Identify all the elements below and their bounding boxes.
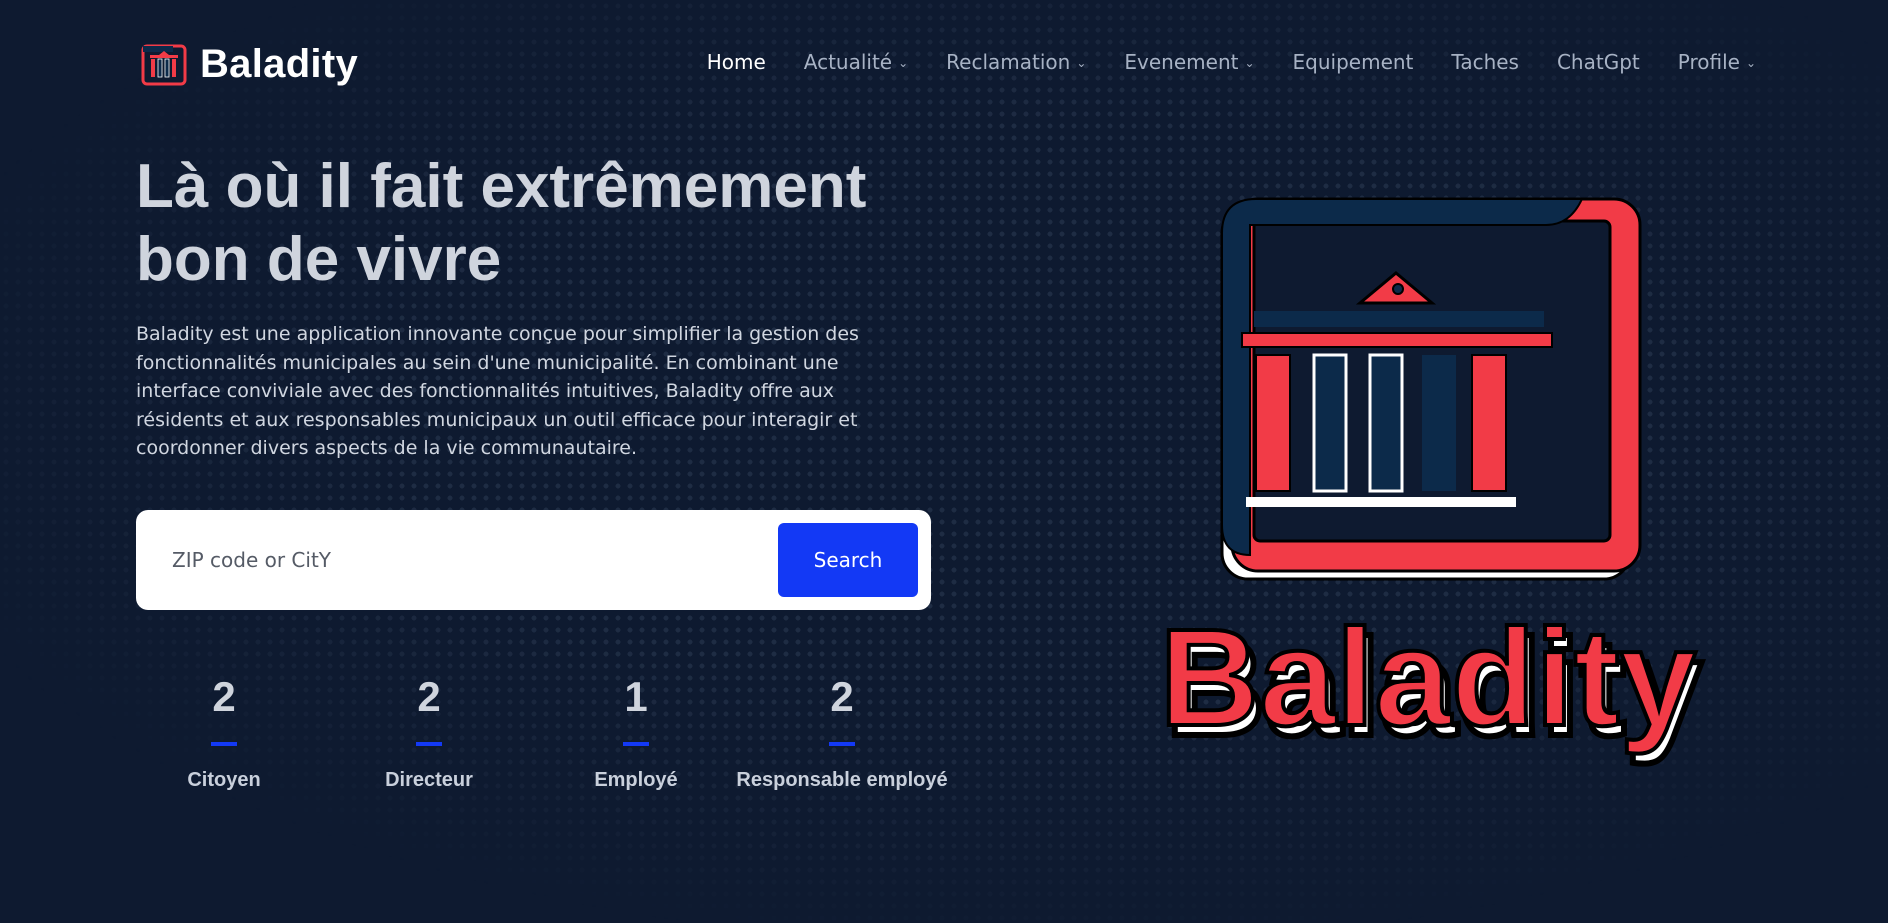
- stat-value: 2: [212, 673, 236, 720]
- brand-logo[interactable]: Baladity: [140, 42, 358, 87]
- nav-item-label: Evenement: [1124, 50, 1239, 74]
- stat-directeur: 2 Directeur: [329, 676, 529, 794]
- nav-item-label: Home: [706, 50, 766, 74]
- chevron-down-icon: ⌄: [1076, 56, 1087, 70]
- chevron-down-icon: ⌄: [1745, 56, 1756, 70]
- stat-responsable-employe: 2 Responsable employé: [734, 676, 950, 794]
- hero-description: Baladity est une application innovante c…: [136, 323, 859, 459]
- city-hall-icon: [141, 44, 187, 85]
- stat-employe: 1 Employé: [536, 676, 736, 794]
- stat-citoyen: 2 Citoyen: [124, 676, 324, 794]
- stat-divider: [829, 742, 855, 746]
- logo-wordmark: Baladity: [1160, 601, 1697, 755]
- nav-item-label: Reclamation: [946, 50, 1071, 74]
- search-button[interactable]: Search: [778, 523, 918, 597]
- stat-divider: [211, 742, 237, 746]
- chevron-down-icon: ⌄: [898, 56, 909, 70]
- nav-item-label: ChatGpt: [1556, 50, 1640, 74]
- stat-value: 2: [830, 673, 854, 720]
- nav-item-label: Taches: [1451, 50, 1519, 74]
- nav-item-equipement[interactable]: Equipement: [1293, 50, 1414, 74]
- stat-value: 2: [417, 673, 441, 720]
- baladity-logo-illustration: Baladity Baladity: [1158, 197, 1706, 768]
- search-input[interactable]: [136, 510, 766, 610]
- nav-item-actualite[interactable]: Actualité ⌄: [804, 50, 908, 74]
- hero-title: Là où il fait extrêmement bon de vivre: [136, 150, 956, 296]
- stat-label: Employé: [594, 769, 678, 791]
- stat-label: Directeur: [385, 769, 473, 791]
- hero-title-line-1: Là où il fait extrêmement: [136, 152, 867, 221]
- stat-label: Responsable employé: [736, 769, 948, 791]
- stat-value: 1: [624, 673, 648, 720]
- nav-item-chatgpt[interactable]: ChatGpt: [1557, 50, 1640, 74]
- nav-item-label: Actualité: [803, 50, 893, 74]
- stat-divider: [623, 742, 649, 746]
- chevron-down-icon: ⌄: [1244, 56, 1255, 70]
- brand-name: Baladity: [200, 42, 359, 86]
- main-nav: Home Actualité ⌄ Reclamation ⌄ Evenement…: [669, 50, 1756, 74]
- nav-item-reclamation[interactable]: Reclamation ⌄: [946, 50, 1086, 74]
- nav-item-home[interactable]: Home: [707, 50, 766, 74]
- stat-divider: [416, 742, 442, 746]
- hero-title-line-2: bon de vivre: [136, 225, 502, 294]
- stat-label: Citoyen: [187, 769, 261, 791]
- search-form: Search: [136, 510, 931, 610]
- nav-item-profile[interactable]: Profile ⌄: [1678, 50, 1756, 74]
- nav-item-label: Profile: [1677, 50, 1740, 74]
- nav-item-taches[interactable]: Taches: [1451, 50, 1519, 74]
- nav-item-evenement[interactable]: Evenement ⌄: [1124, 50, 1254, 74]
- nav-item-label: Equipement: [1292, 50, 1414, 74]
